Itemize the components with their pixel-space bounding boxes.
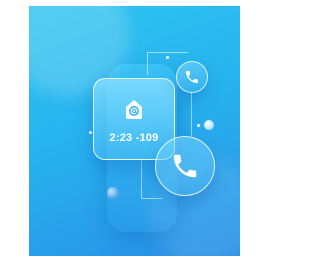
call-bubble-small — [176, 61, 208, 93]
decorative-dot — [197, 124, 200, 127]
card-label: 2:23 -109 — [109, 132, 159, 144]
connector-line — [173, 92, 192, 136]
at-sign-mail-icon — [126, 100, 142, 119]
phone-icon — [186, 71, 198, 83]
call-bubble-large — [155, 136, 215, 196]
decorative-dot — [166, 56, 169, 59]
phone-icon — [173, 154, 197, 178]
app-illustration: 2:23 -109 — [29, 6, 240, 256]
decorative-dot — [89, 131, 92, 134]
decorative-dot — [107, 187, 119, 199]
decorative-dot — [204, 120, 214, 130]
